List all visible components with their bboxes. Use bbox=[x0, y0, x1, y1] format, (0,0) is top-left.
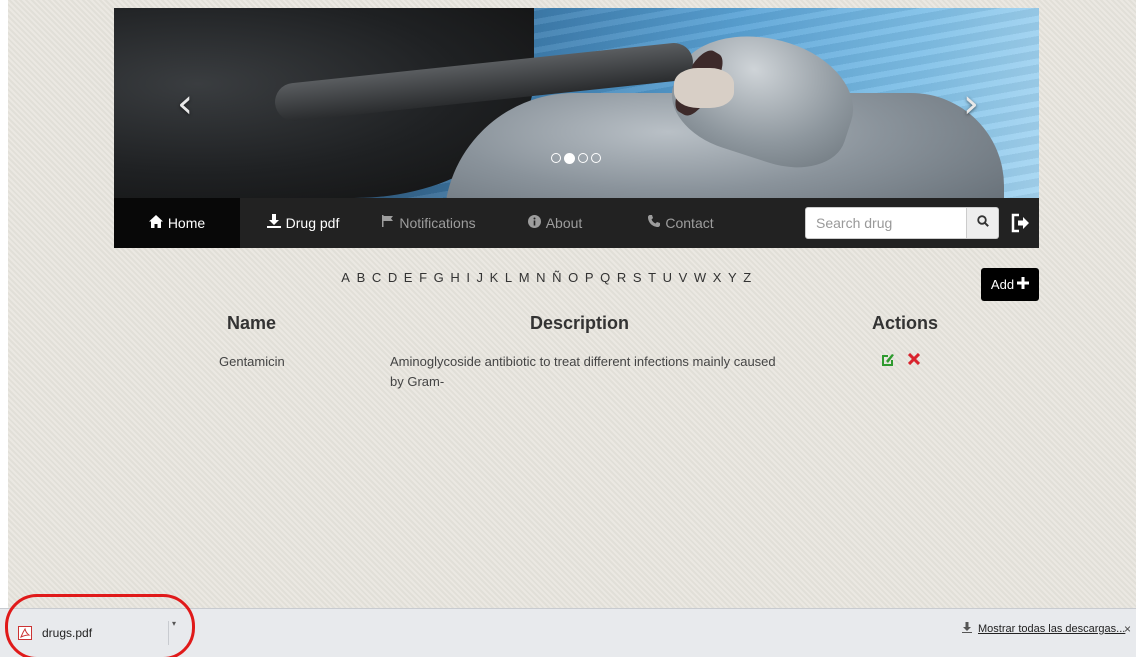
add-button-label: Add bbox=[990, 277, 1015, 292]
alphabet-letter[interactable]: V bbox=[675, 270, 690, 285]
alphabet-letter[interactable]: O bbox=[565, 270, 582, 285]
delete-button[interactable] bbox=[907, 351, 921, 369]
drug-description-line-2: by Gram- bbox=[390, 374, 445, 389]
nav-about-label: About bbox=[545, 215, 583, 231]
alphabet-letter[interactable]: W bbox=[691, 270, 710, 285]
info-icon bbox=[527, 214, 541, 232]
alphabet-letter[interactable]: C bbox=[369, 270, 385, 285]
column-header-name: Name bbox=[227, 313, 277, 333]
carousel-indicator-1[interactable] bbox=[551, 153, 561, 163]
pdf-file-icon bbox=[18, 626, 32, 640]
alphabet-letter[interactable]: K bbox=[486, 270, 501, 285]
search-icon bbox=[976, 214, 989, 232]
carousel-prev-button[interactable]: ‹ bbox=[170, 84, 200, 124]
add-drug-button[interactable]: Add bbox=[981, 268, 1039, 301]
download-icon bbox=[266, 214, 281, 232]
download-item-divider bbox=[168, 621, 169, 645]
nav-home[interactable]: Home bbox=[114, 198, 240, 248]
carousel-indicators bbox=[551, 153, 601, 164]
nav-notifications[interactable]: Notifications bbox=[366, 198, 492, 248]
alphabet-letter[interactable]: E bbox=[401, 270, 416, 285]
search-form bbox=[805, 207, 999, 239]
alphabet-letter[interactable]: X bbox=[709, 270, 724, 285]
alphabet-letter[interactable]: G bbox=[430, 270, 447, 285]
nav-drug-pdf[interactable]: Drug pdf bbox=[240, 198, 366, 248]
alphabet-letter[interactable]: J bbox=[473, 270, 486, 285]
alphabet-letter[interactable]: Q bbox=[597, 270, 614, 285]
drug-description-line-1: Aminoglycoside antibiotic to treat diffe… bbox=[390, 354, 776, 369]
alphabet-letter[interactable]: N bbox=[533, 270, 549, 285]
alphabet-letter[interactable]: M bbox=[515, 270, 532, 285]
show-all-downloads[interactable]: Mostrar todas las descargas... bbox=[962, 622, 1125, 636]
show-all-downloads-link[interactable]: Mostrar todas las descargas... bbox=[978, 623, 1125, 635]
alphabet-letter[interactable]: Ñ bbox=[549, 270, 565, 285]
nav-contact-label: Contact bbox=[665, 215, 714, 231]
logout-icon bbox=[1010, 213, 1032, 238]
close-download-bar-icon[interactable]: × bbox=[1124, 622, 1131, 636]
download-item[interactable]: drugs.pdf bbox=[12, 617, 182, 649]
plus-icon bbox=[1017, 273, 1030, 294]
delete-icon bbox=[907, 351, 921, 369]
alphabet-letter[interactable]: R bbox=[614, 270, 630, 285]
edit-icon bbox=[881, 354, 895, 371]
search-button[interactable] bbox=[967, 207, 999, 239]
alphabet-letter[interactable]: L bbox=[502, 270, 516, 285]
carousel-next-button[interactable]: › bbox=[956, 84, 986, 124]
download-file-name: drugs.pdf bbox=[42, 626, 93, 640]
alphabet-letter[interactable]: Z bbox=[740, 270, 755, 285]
image-carousel: ‹ › bbox=[114, 8, 1039, 198]
alphabet-filter: ABCDEFGHIJKLMNÑOPQRSTUVWXYZ bbox=[338, 270, 755, 285]
search-input[interactable] bbox=[805, 207, 967, 239]
carousel-indicator-2[interactable] bbox=[564, 153, 575, 164]
carousel-image-hand bbox=[674, 68, 734, 108]
drug-name-cell: Gentamicin bbox=[219, 354, 285, 369]
download-menu-chevron-icon[interactable]: ▾ bbox=[172, 619, 176, 628]
nav-home-label: Home bbox=[167, 215, 206, 231]
download-arrow-icon bbox=[962, 622, 972, 636]
alphabet-letter[interactable]: P bbox=[582, 270, 597, 285]
alphabet-letter[interactable]: B bbox=[353, 270, 368, 285]
alphabet-letter[interactable]: I bbox=[463, 270, 473, 285]
alphabet-letter[interactable]: T bbox=[645, 270, 660, 285]
alphabet-letter[interactable]: F bbox=[416, 270, 431, 285]
page-left-edge bbox=[0, 0, 8, 608]
nav-about[interactable]: About bbox=[492, 198, 618, 248]
logout-button[interactable] bbox=[1010, 212, 1032, 234]
column-header-actions: Actions bbox=[872, 313, 939, 333]
column-header-description: Description bbox=[530, 313, 630, 333]
nav-notifications-label: Notifications bbox=[399, 215, 476, 231]
alphabet-letter[interactable]: U bbox=[659, 270, 675, 285]
carousel-indicator-4[interactable] bbox=[591, 153, 601, 163]
alphabet-letter[interactable]: A bbox=[338, 270, 353, 285]
phone-icon bbox=[648, 215, 661, 231]
alphabet-letter[interactable]: Y bbox=[725, 270, 740, 285]
carousel-indicator-3[interactable] bbox=[578, 153, 588, 163]
alphabet-letter[interactable]: H bbox=[447, 270, 463, 285]
nav-contact[interactable]: Contact bbox=[618, 198, 744, 248]
flag-icon bbox=[382, 215, 394, 231]
alphabet-letter[interactable]: D bbox=[385, 270, 401, 285]
nav-drug-pdf-label: Drug pdf bbox=[285, 215, 340, 231]
edit-button[interactable] bbox=[881, 353, 895, 367]
alphabet-letter[interactable]: S bbox=[630, 270, 645, 285]
main-navbar: Home Drug pdf Notifications About Contac… bbox=[114, 198, 1039, 248]
home-icon bbox=[148, 214, 163, 232]
